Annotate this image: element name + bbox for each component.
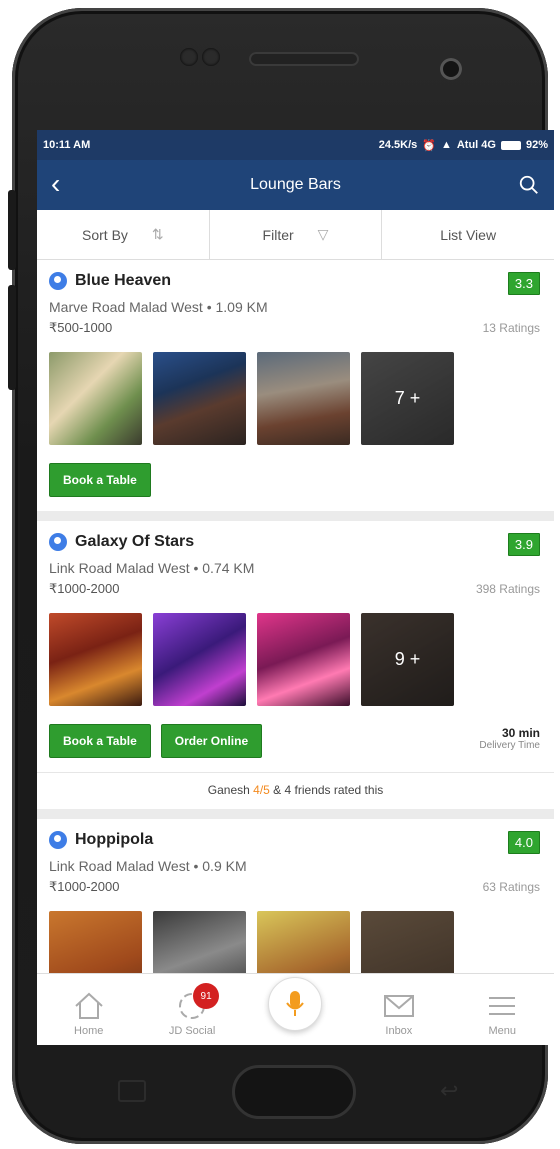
page-title: Lounge Bars bbox=[250, 176, 341, 193]
app-bar: ‹ Lounge Bars bbox=[37, 160, 554, 210]
more-photos-thumbnail[interactable]: 7 + bbox=[361, 352, 454, 445]
volume-down-button[interactable] bbox=[8, 285, 16, 390]
listing-card[interactable]: Galaxy Of Stars 3.9 Link Road Malad West… bbox=[37, 521, 554, 809]
nav-jd-social[interactable]: 91 JD Social bbox=[147, 983, 237, 1037]
friends-rated[interactable]: Ganesh 4/5 & 4 friends rated this bbox=[37, 772, 554, 809]
network-speed: 24.5K/s bbox=[378, 139, 418, 151]
more-photos-count: 9 + bbox=[361, 613, 454, 706]
verified-icon bbox=[49, 831, 67, 849]
photo-thumbnail[interactable] bbox=[153, 613, 246, 706]
listing-card[interactable]: Blue Heaven 3.3 Marve Road Malad West • … bbox=[37, 260, 554, 511]
ratings-count: 398 Ratings bbox=[475, 582, 540, 596]
recent-apps-icon[interactable] bbox=[118, 1080, 146, 1102]
photo-thumbnail[interactable] bbox=[49, 352, 142, 445]
battery-icon bbox=[500, 140, 521, 150]
back-arrow-icon[interactable]: ↩ bbox=[440, 1078, 470, 1103]
book-table-button[interactable]: Book a Table bbox=[49, 463, 151, 497]
earpiece bbox=[249, 52, 359, 66]
business-name[interactable]: Galaxy Of Stars bbox=[75, 533, 194, 551]
speaker-dots bbox=[180, 48, 220, 66]
filter-toolbar: Sort By ⇅ Filter ▽ List View bbox=[37, 210, 554, 260]
friends-rated-text: & 4 friends rated this bbox=[273, 783, 384, 797]
rating-badge: 3.3 bbox=[507, 272, 540, 295]
delivery-info: 30 min Delivery Time bbox=[479, 726, 540, 751]
nav-social-label: JD Social bbox=[168, 1025, 216, 1037]
ratings-count: 63 Ratings bbox=[482, 880, 540, 894]
delivery-time-value: 30 min bbox=[501, 726, 540, 740]
business-name[interactable]: Hoppipola bbox=[75, 831, 153, 849]
price-range: ₹500-1000 bbox=[49, 320, 113, 335]
home-hardware-button[interactable] bbox=[232, 1065, 356, 1119]
price-range: ₹1000-2000 bbox=[49, 581, 120, 596]
signal-icon: ▲ bbox=[440, 139, 452, 151]
rating-badge: 3.9 bbox=[507, 533, 540, 556]
list-view-label: List View bbox=[440, 226, 497, 243]
nav-menu-label: Menu bbox=[488, 1025, 517, 1037]
nav-inbox[interactable]: Inbox bbox=[354, 991, 444, 1037]
mail-icon bbox=[383, 995, 414, 1017]
photo-thumbnail[interactable] bbox=[257, 613, 350, 706]
list-view-button[interactable]: List View bbox=[382, 210, 554, 259]
more-photos-count: 7 + bbox=[361, 352, 454, 445]
status-time: 10:11 AM bbox=[43, 139, 91, 151]
nav-home-label: Home bbox=[74, 1025, 104, 1037]
filter-button[interactable]: Filter ▽ bbox=[210, 210, 383, 259]
price-range: ₹1000-2000 bbox=[49, 879, 120, 894]
book-table-button[interactable]: Book a Table bbox=[49, 724, 151, 758]
friend-name: Ganesh bbox=[207, 783, 250, 797]
business-address: Link Road Malad West • 0.9 KM bbox=[49, 858, 247, 874]
status-bar: 10:11 AM 24.5K/s ⏰ ▲ Atul 4G 92% bbox=[37, 130, 554, 160]
verified-icon bbox=[49, 533, 67, 551]
delivery-time-label: Delivery Time bbox=[479, 740, 540, 751]
order-online-button[interactable]: Order Online bbox=[160, 724, 263, 758]
carrier-label: Atul 4G bbox=[456, 139, 496, 151]
business-address: Marve Road Malad West • 1.09 KM bbox=[49, 299, 268, 315]
nav-menu[interactable]: Menu bbox=[457, 991, 547, 1037]
screen: 10:11 AM 24.5K/s ⏰ ▲ Atul 4G 92% ‹ Loung… bbox=[37, 130, 554, 1045]
photo-thumbnail[interactable] bbox=[153, 352, 246, 445]
rating-badge: 4.0 bbox=[507, 831, 540, 854]
battery-percent: 92% bbox=[525, 139, 548, 151]
filter-label: Filter bbox=[262, 226, 294, 243]
chevron-left-icon[interactable]: ‹ bbox=[51, 170, 60, 198]
verified-icon bbox=[49, 272, 67, 290]
sort-label: Sort By bbox=[82, 226, 128, 243]
alarm-icon: ⏰ bbox=[422, 139, 436, 152]
ratings-count: 13 Ratings bbox=[482, 321, 540, 335]
business-address: Link Road Malad West • 0.74 KM bbox=[49, 560, 255, 576]
nav-voice-search[interactable] bbox=[250, 977, 340, 1037]
friend-rating: 4/5 bbox=[253, 783, 270, 797]
photo-thumbnail[interactable] bbox=[49, 613, 142, 706]
bottom-nav: Home 91 JD Social Inbox Menu bbox=[37, 973, 554, 1045]
photo-thumbnail[interactable] bbox=[257, 352, 350, 445]
home-icon bbox=[75, 992, 103, 1019]
more-photos-thumbnail[interactable]: 9 + bbox=[361, 613, 454, 706]
nav-inbox-label: Inbox bbox=[385, 1025, 413, 1037]
nav-home[interactable]: Home bbox=[44, 991, 134, 1037]
hamburger-icon bbox=[489, 997, 516, 1015]
microphone-button[interactable] bbox=[268, 977, 323, 1031]
sort-button[interactable]: Sort By ⇅ bbox=[37, 210, 210, 259]
front-camera bbox=[440, 58, 462, 80]
sort-icon: ⇅ bbox=[151, 226, 164, 242]
search-icon[interactable] bbox=[518, 174, 540, 196]
volume-up-button[interactable] bbox=[8, 190, 16, 270]
funnel-icon: ▽ bbox=[317, 226, 329, 242]
business-name[interactable]: Blue Heaven bbox=[75, 272, 171, 290]
microphone-icon bbox=[286, 991, 305, 1016]
notification-badge: 91 bbox=[193, 983, 220, 1009]
